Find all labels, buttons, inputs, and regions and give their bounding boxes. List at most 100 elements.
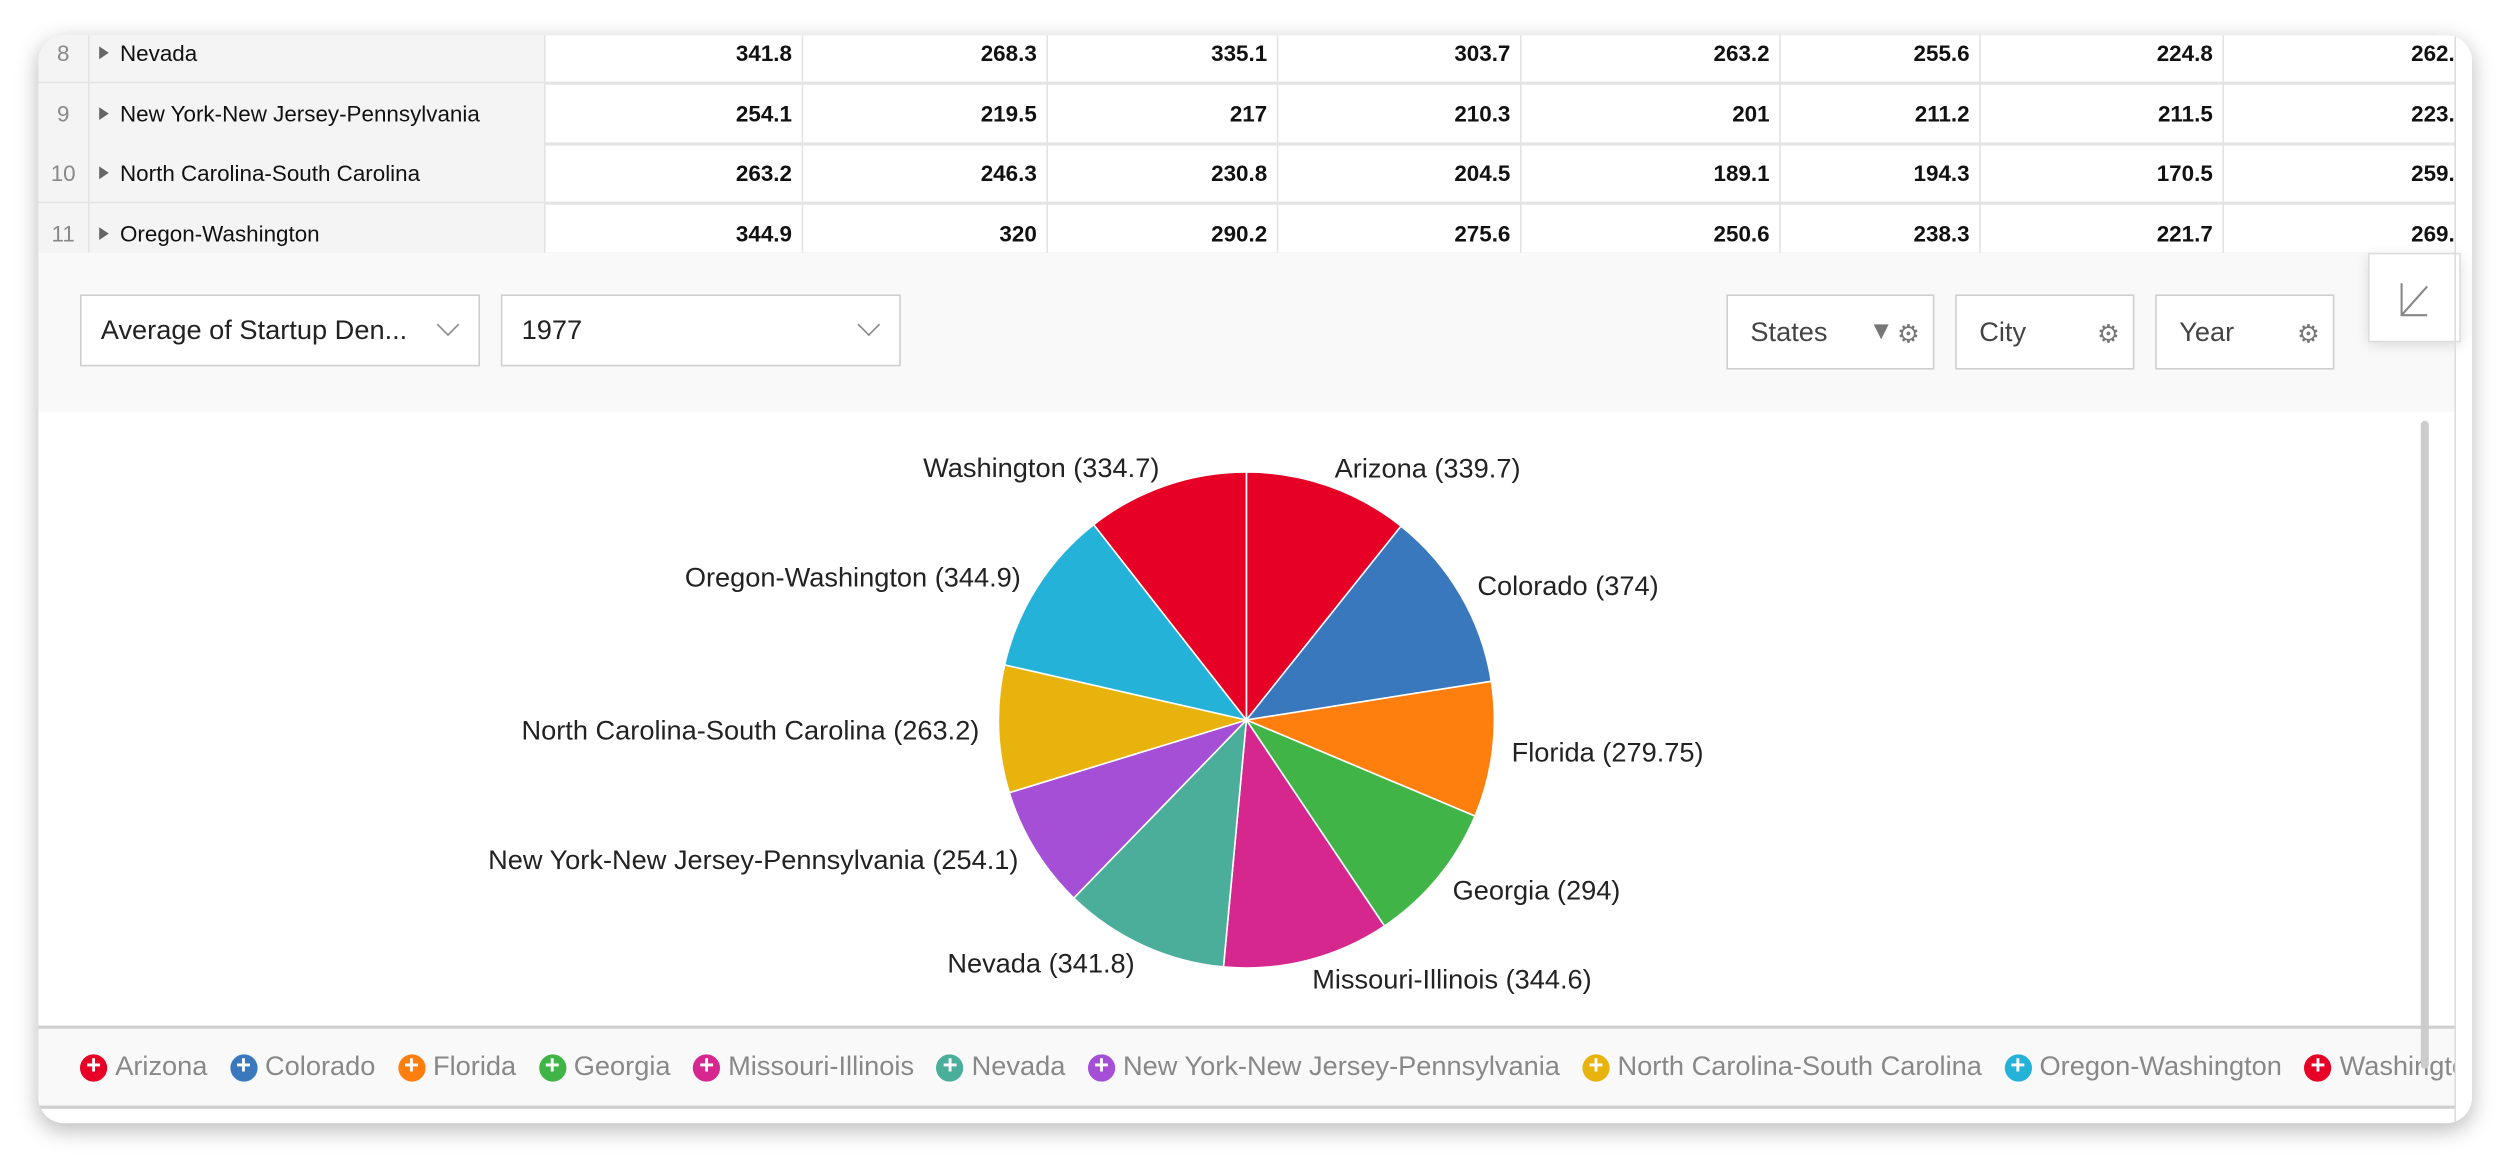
legend-label: Nevada bbox=[971, 1051, 1066, 1082]
plus-icon: + bbox=[936, 1053, 964, 1081]
filter-icon[interactable]: ▼ bbox=[1869, 318, 1894, 350]
legend-item[interactable]: +Washington bbox=[2304, 1051, 2456, 1083]
plus-icon: + bbox=[1582, 1053, 1610, 1081]
plus-icon: + bbox=[397, 1053, 426, 1081]
vertical-scrollbar[interactable] bbox=[2420, 420, 2429, 1069]
legend-label: New York-New Jersey-Pennsylvania bbox=[1123, 1051, 1560, 1082]
legend-label: Georgia bbox=[573, 1051, 671, 1082]
legend-item[interactable]: + Georgia bbox=[538, 1051, 671, 1083]
field-states-button[interactable]: States ▼ ⚙ bbox=[1726, 294, 1935, 370]
year-select-value: 1977 bbox=[521, 314, 583, 345]
pivot-table: 8 Nevada 341.8 268.3 335.1 303.7 263.2 255.6 22… bbox=[38, 35, 2457, 257]
plus-icon: + bbox=[80, 1053, 108, 1081]
legend-label: Missouri-Illinois bbox=[728, 1051, 915, 1082]
table-cell: 219.5 bbox=[803, 83, 1048, 143]
legend-label: Florida bbox=[433, 1051, 517, 1082]
pie-chart: Arizona (339.7) Colorado (374) Florida (27… bbox=[488, 452, 1704, 995]
plus-icon: + bbox=[2004, 1053, 2032, 1081]
legend-item[interactable]: + Nevada bbox=[936, 1051, 1065, 1083]
pie-chart-area: Arizona (339.7) Colorado (374) Florida (27… bbox=[38, 411, 2457, 1026]
row-number: 8 bbox=[38, 35, 90, 82]
legend-item[interactable]: + Colorado bbox=[229, 1051, 376, 1083]
legend-item[interactable]: + North Carolina-South Carolina bbox=[1582, 1051, 1982, 1083]
slice-label: North Carolina-South Carolina (263.2) bbox=[521, 714, 979, 745]
row-label: Oregon-Washington bbox=[120, 220, 320, 246]
row-header[interactable]: North Carolina-South Carolina bbox=[89, 142, 546, 202]
legend-item[interactable]: + Oregon-Washington bbox=[2004, 1051, 2282, 1083]
table-cell: 341.8 bbox=[546, 35, 804, 82]
table-cell: 259.1 bbox=[2224, 142, 2456, 201]
table-cell: 255.6 bbox=[1781, 35, 1981, 82]
plus-icon: + bbox=[692, 1053, 721, 1081]
table-cell: 320 bbox=[803, 203, 1048, 253]
row-number: 10 bbox=[38, 142, 90, 202]
table-row[interactable]: 8 Nevada 341.8 268.3 335.1 303.7 263.2 255.6 22… bbox=[38, 35, 2457, 85]
table-cell: 290.2 bbox=[1048, 203, 1279, 253]
chevron-down-icon bbox=[857, 313, 881, 337]
table-cell: 238.3 bbox=[1781, 203, 1981, 253]
table-cell: 246.3 bbox=[803, 142, 1048, 202]
field-label: States bbox=[1750, 316, 1828, 347]
row-label: Nevada bbox=[120, 39, 198, 65]
row-header[interactable]: New York-New Jersey-Pennsylvania bbox=[89, 83, 546, 143]
slice-label: Arizona (339.7) bbox=[1335, 452, 1521, 483]
table-cell: 250.6 bbox=[1522, 203, 1781, 253]
row-header[interactable]: Oregon-Washington bbox=[89, 203, 546, 253]
field-label: Year bbox=[2179, 316, 2235, 347]
legend-label: Colorado bbox=[265, 1051, 376, 1082]
table-cell: 221.7 bbox=[1981, 203, 2224, 253]
legend-label: North Carolina-South Carolina bbox=[1617, 1051, 1982, 1082]
table-cell: 254.1 bbox=[546, 83, 804, 143]
table-cell: 194.3 bbox=[1781, 142, 1981, 202]
legend-item[interactable]: + Missouri-Illinois bbox=[692, 1051, 915, 1083]
table-row[interactable]: 11 Oregon-Washington 344.9 320 290.2 275.6 25… bbox=[38, 203, 2456, 253]
chart-toolbar: Average of Startup Den... 1977 States ▼ ⚙… bbox=[38, 252, 2461, 415]
table-cell: 204.5 bbox=[1278, 142, 1522, 202]
collapse-button[interactable] bbox=[2368, 252, 2461, 343]
measure-select[interactable]: Average of Startup Den... bbox=[80, 294, 480, 367]
chevron-down-icon bbox=[436, 313, 460, 337]
table-cell: 170.5 bbox=[1981, 142, 2224, 202]
row-label: New York-New Jersey-Pennsylvania bbox=[120, 100, 480, 126]
slice-label: Missouri-Illinois (344.6) bbox=[1312, 964, 1592, 995]
slice-label: Florida (279.75) bbox=[1512, 737, 1704, 768]
gear-icon[interactable]: ⚙ bbox=[2097, 318, 2120, 350]
table-cell: 230.8 bbox=[1048, 142, 1279, 202]
divider bbox=[2454, 35, 2456, 1124]
expand-icon[interactable] bbox=[99, 45, 109, 59]
field-year-button[interactable]: Year ⚙ bbox=[2155, 294, 2335, 370]
slice-label: Nevada (341.8) bbox=[947, 947, 1134, 978]
legend-item[interactable]: + New York-New Jersey-Pennsylvania bbox=[1087, 1051, 1560, 1083]
legend-item[interactable]: + Florida bbox=[397, 1051, 517, 1083]
table-cell: 217 bbox=[1048, 83, 1279, 143]
field-label: City bbox=[1979, 316, 2027, 347]
legend-label: Washington bbox=[2339, 1051, 2456, 1082]
table-cell: 268.3 bbox=[803, 35, 1048, 82]
expand-icon[interactable] bbox=[99, 106, 109, 120]
expand-icon[interactable] bbox=[99, 226, 109, 240]
table-cell: 211.5 bbox=[1981, 83, 2224, 143]
table-cell: 303.7 bbox=[1278, 35, 1522, 82]
gear-icon[interactable]: ⚙ bbox=[2297, 318, 2320, 350]
row-number: 11 bbox=[38, 203, 90, 253]
table-cell: 223.4 bbox=[2224, 83, 2456, 142]
plus-icon: + bbox=[1087, 1053, 1116, 1081]
legend-label: Oregon-Washington bbox=[2039, 1051, 2282, 1082]
table-cell: 224.8 bbox=[1981, 35, 2224, 82]
table-cell: 344.9 bbox=[546, 203, 804, 253]
year-select[interactable]: 1977 bbox=[500, 294, 901, 367]
legend-item[interactable]: + Arizona bbox=[80, 1051, 207, 1083]
pivot-panel: 8 Nevada 341.8 268.3 335.1 303.7 263.2 255.6 22… bbox=[38, 35, 2473, 1124]
table-row[interactable]: 10 North Carolina-South Carolina 263.2 246… bbox=[38, 142, 2457, 205]
plus-icon: + bbox=[2304, 1053, 2332, 1081]
slice-label: Oregon-Washington (344.9) bbox=[685, 561, 1021, 592]
gear-icon[interactable]: ⚙ bbox=[1897, 318, 1920, 350]
row-header[interactable]: Nevada bbox=[89, 35, 546, 82]
table-row[interactable]: 9 New York-New Jersey-Pennsylvania 254.1 2… bbox=[38, 83, 2457, 146]
expand-icon[interactable] bbox=[99, 165, 109, 179]
row-label: North Carolina-South Carolina bbox=[120, 159, 421, 185]
slice-label: Georgia (294) bbox=[1453, 875, 1621, 906]
table-cell: 275.6 bbox=[1278, 203, 1522, 253]
field-city-button[interactable]: City ⚙ bbox=[1955, 294, 2135, 370]
table-cell: 210.3 bbox=[1278, 83, 1522, 143]
